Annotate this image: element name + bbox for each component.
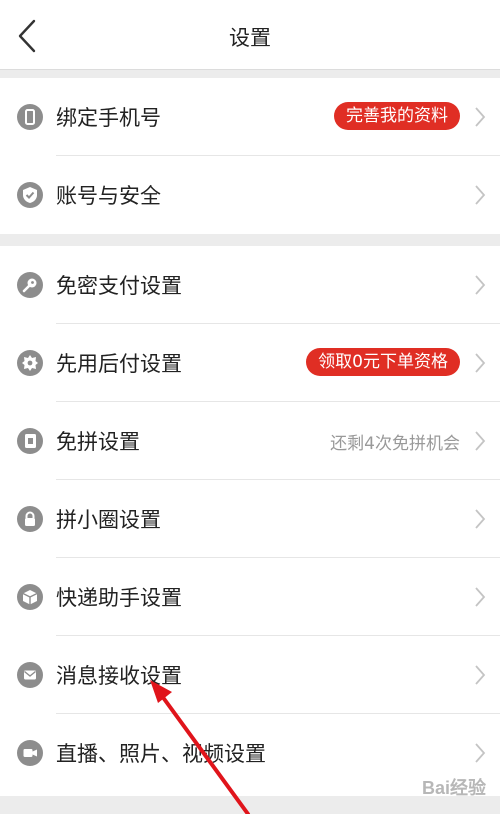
settings-group-features: 免密支付设置 先用后付设置 领取0元下单资格 免拼设置 还剩4次免拼机会 拼小圈…: [0, 246, 500, 796]
chevron-right-icon: [475, 185, 486, 205]
header-bar: 设置: [0, 0, 500, 70]
chevron-right-icon: [475, 665, 486, 685]
courier-assistant-row[interactable]: 快递助手设置: [0, 558, 500, 636]
chevron-right-icon: [475, 275, 486, 295]
row-label: 快递助手设置: [56, 586, 182, 610]
row-label: 免拼设置: [56, 430, 140, 454]
row-label: 直播、照片、视频设置: [56, 742, 266, 766]
page-title: 设置: [229, 26, 271, 50]
row-label: 账号与安全: [56, 184, 161, 208]
chevron-right-icon: [475, 509, 486, 529]
message-receiving-row[interactable]: 消息接收设置: [0, 636, 500, 714]
lock-icon: [17, 506, 43, 532]
shield-icon: [17, 182, 43, 208]
account-security-row[interactable]: 账号与安全: [0, 156, 500, 234]
settings-group-account: 绑定手机号 完善我的资料 账号与安全: [0, 78, 500, 234]
chevron-right-icon: [475, 107, 486, 127]
row-label: 消息接收设置: [56, 664, 182, 688]
mail-icon: [17, 662, 43, 688]
password-free-payment-row[interactable]: 免密支付设置: [0, 246, 500, 324]
row-label: 免密支付设置: [56, 274, 182, 298]
card-icon: [17, 428, 43, 454]
remaining-count-note: 还剩4次免拼机会: [330, 434, 460, 454]
seal-icon: [17, 350, 43, 376]
pay-later-row[interactable]: 先用后付设置 领取0元下单资格: [0, 324, 500, 402]
zero-yuan-offer-badge[interactable]: 领取0元下单资格: [306, 348, 460, 376]
chevron-right-icon: [475, 353, 486, 373]
chevron-right-icon: [475, 587, 486, 607]
row-label: 先用后付设置: [56, 352, 182, 376]
complete-profile-badge[interactable]: 完善我的资料: [334, 102, 460, 130]
chevron-right-icon: [475, 743, 486, 763]
key-icon: [17, 272, 43, 298]
phone-icon: [17, 104, 43, 130]
watermark: Bai经验: [421, 778, 486, 798]
pin-circle-row[interactable]: 拼小圈设置: [0, 480, 500, 558]
package-icon: [17, 584, 43, 610]
row-label: 拼小圈设置: [56, 508, 161, 532]
skip-group-buy-row[interactable]: 免拼设置 还剩4次免拼机会: [0, 402, 500, 480]
chevron-right-icon: [475, 431, 486, 451]
row-label: 绑定手机号: [56, 106, 161, 130]
bind-phone-row[interactable]: 绑定手机号 完善我的资料: [0, 78, 500, 156]
video-icon: [17, 740, 43, 766]
